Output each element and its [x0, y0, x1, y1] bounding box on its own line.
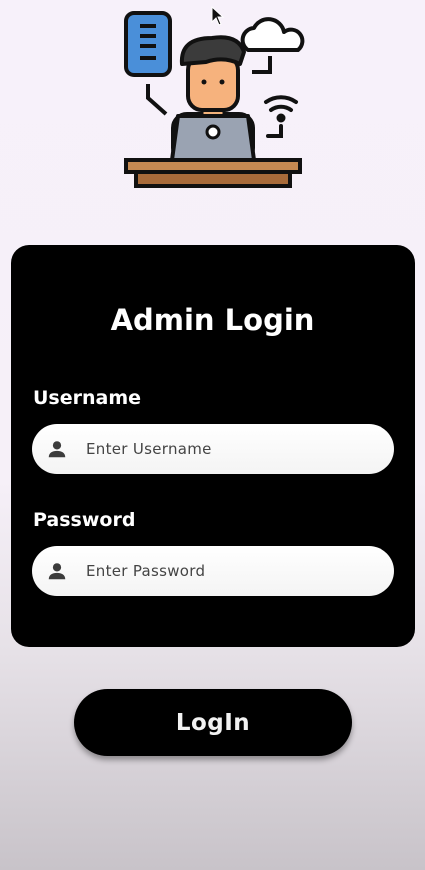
login-button[interactable]: LogIn	[74, 689, 352, 756]
admin-illustration	[124, 11, 305, 188]
server-icon	[124, 11, 172, 116]
username-field[interactable]: Enter Username	[32, 424, 394, 474]
password-placeholder: Enter Password	[86, 562, 206, 580]
desk-illustration	[124, 158, 302, 188]
password-label: Password	[33, 509, 136, 531]
password-field[interactable]: Enter Password	[32, 546, 394, 596]
person-icon	[48, 563, 66, 580]
username-placeholder: Enter Username	[86, 440, 212, 458]
mouse-cursor-icon	[211, 6, 225, 26]
wifi-icon	[264, 95, 298, 138]
laptop-icon	[170, 114, 256, 162]
username-label: Username	[33, 387, 142, 409]
person-icon	[48, 441, 66, 458]
card-title: Admin Login	[110, 303, 315, 337]
cloud-icon	[240, 17, 305, 74]
